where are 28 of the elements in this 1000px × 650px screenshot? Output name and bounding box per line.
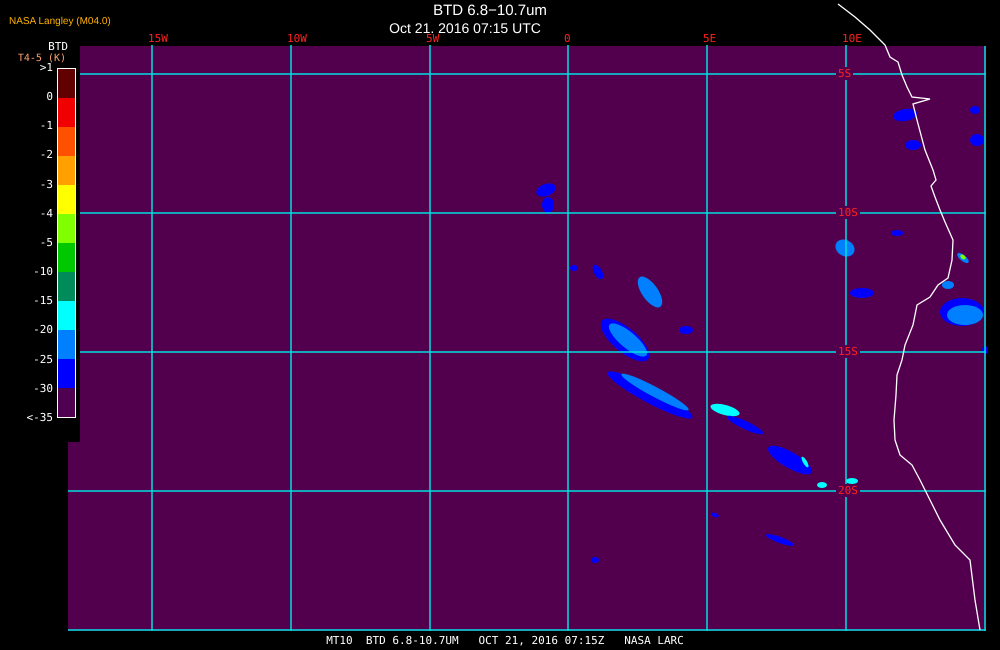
legend-value: -10 [32, 266, 53, 278]
legend-value: <-35 [26, 412, 53, 424]
latitude-label: 5S [836, 67, 854, 80]
legend-value: -3 [38, 178, 53, 191]
longitude-label: 0 [564, 33, 571, 45]
latitude-label: 15S [836, 345, 860, 358]
legend-value: -20 [32, 324, 53, 336]
credit-label: NASA Langley (M04.0) [9, 16, 111, 27]
longitude-label: 5W [426, 33, 440, 45]
longitude-label: 10E [842, 33, 862, 45]
legend-value: -15 [32, 295, 53, 308]
longitude-label: 10W [287, 33, 307, 45]
legend-value: -30 [32, 382, 53, 395]
legend-value: -5 [38, 236, 53, 249]
longitude-label: 5E [703, 33, 716, 45]
legend-value: -1 [38, 120, 53, 132]
longitude-label: 15W [148, 33, 168, 45]
legend-value: -4 [38, 208, 53, 220]
footer-caption: MT10 BTD 6.8-10.7UM OCT 21, 2016 07:15Z NASA LARC [325, 634, 685, 647]
chart-title: BTD 6.8−10.7um [432, 2, 547, 20]
latitude-label: 20S [836, 484, 860, 497]
legend-value: -2 [38, 149, 53, 162]
legend-title: BTD [48, 40, 69, 53]
legend-value: 0 [45, 91, 53, 104]
legend-value: >1 [40, 62, 53, 74]
latitude-label: 10S [836, 206, 860, 219]
legend-value: -25 [32, 354, 53, 366]
legend-unit: T4-5 (K) [18, 53, 67, 64]
